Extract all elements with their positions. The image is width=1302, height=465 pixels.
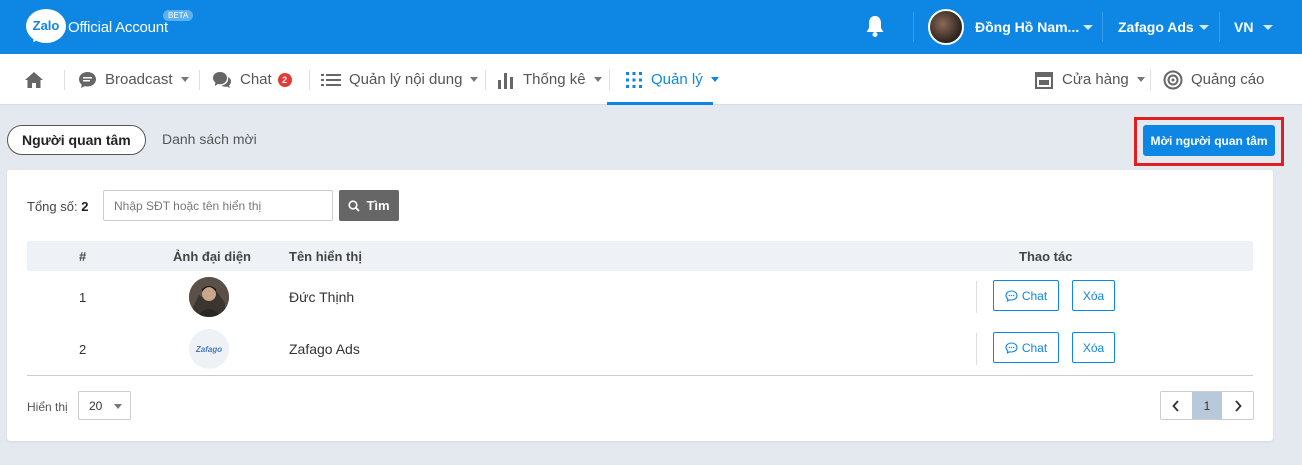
nav-chat[interactable]: Chat 2 <box>212 54 292 105</box>
chat-button-label: Chat <box>1021 288 1048 303</box>
chevron-down-icon <box>180 77 189 82</box>
tab-followers[interactable]: Người quan tâm <box>7 125 146 155</box>
nav-content[interactable]: Quản lý nội dung <box>321 54 479 105</box>
chat-button[interactable]: Chat <box>993 332 1059 363</box>
nav-content-label: Quản lý nội dung <box>349 71 463 88</box>
nav-store[interactable]: Cửa hàng <box>1034 54 1145 105</box>
search-button[interactable]: Tìm <box>339 190 399 221</box>
zalo-logo[interactable]: Zalo Official Account <box>26 9 168 45</box>
search-button-label: Tìm <box>366 198 390 213</box>
chevron-left-icon <box>1172 399 1179 412</box>
chevron-down-icon[interactable] <box>1263 25 1273 30</box>
chat-button-label: Chat <box>1021 340 1048 355</box>
unread-badge: 2 <box>277 72 292 87</box>
table-row: 1 Đức Thịnh Chat Xóa <box>27 271 1253 323</box>
divider <box>913 12 914 42</box>
delete-button[interactable]: Xóa <box>1072 280 1115 311</box>
table-row: 2 Zafago Zafago Ads Chat Xóa <box>27 323 1253 375</box>
store-icon <box>1035 71 1053 89</box>
nav-broadcast[interactable]: Broadcast <box>78 54 189 105</box>
chat-bubble-icon <box>1005 341 1018 354</box>
row-number: 1 <box>79 290 87 305</box>
nav-ads[interactable]: Quảng cáo <box>1163 54 1264 105</box>
top-bar: Zalo Official Account BETA Đồng Hồ Nam..… <box>0 0 1302 54</box>
divider <box>609 70 610 90</box>
search-input[interactable] <box>103 190 333 221</box>
chevron-down-icon <box>470 77 479 82</box>
zalo-logo-icon: Zalo <box>26 9 66 45</box>
prev-page-button[interactable] <box>1161 392 1192 419</box>
invite-followers-button[interactable]: Mời người quan tâm <box>1143 125 1275 156</box>
avatar: Zafago <box>189 329 229 369</box>
account-selector[interactable]: Zafago Ads <box>1118 19 1194 35</box>
user-avatar[interactable] <box>928 9 964 45</box>
divider <box>199 70 200 90</box>
nav-home[interactable] <box>24 54 44 105</box>
pagination: 1 <box>1160 391 1254 420</box>
table-header: # Ảnh đại diện Tên hiển thị Thao tác <box>27 241 1253 271</box>
chevron-down-icon <box>710 77 719 82</box>
total-value: 2 <box>81 199 89 214</box>
divider <box>1102 12 1103 42</box>
bar-chart-icon <box>498 72 513 89</box>
tab-invite-list[interactable]: Danh sách mời <box>162 131 257 147</box>
bell-icon[interactable] <box>864 14 886 38</box>
total-count: Tổng số: 2 <box>27 199 88 214</box>
chevron-down-icon <box>114 404 122 409</box>
list-icon <box>321 73 341 86</box>
display-name: Đức Thịnh <box>289 289 355 305</box>
nav-stats-label: Thống kê <box>523 71 586 88</box>
divider <box>1150 70 1151 90</box>
next-page-button[interactable] <box>1222 392 1253 419</box>
total-label: Tổng số: <box>27 199 78 214</box>
chat-button[interactable]: Chat <box>993 280 1059 311</box>
beta-badge: BETA <box>163 10 194 21</box>
avatar-logo-text: Zafago <box>195 344 223 354</box>
page-button[interactable]: 1 <box>1191 392 1223 419</box>
home-icon <box>25 71 43 88</box>
nav-ads-label: Quảng cáo <box>1191 71 1265 88</box>
user-name[interactable]: Đồng Hồ Nam... <box>975 19 1079 35</box>
divider <box>309 70 310 90</box>
avatar <box>189 277 229 317</box>
column-header: Thao tác <box>1019 249 1073 264</box>
target-icon <box>1163 70 1183 89</box>
search-icon <box>348 199 361 212</box>
nav-broadcast-label: Broadcast <box>105 71 173 88</box>
divider <box>64 70 65 90</box>
main-nav: Broadcast Chat 2 Quản lý nội dung Thống … <box>0 54 1302 105</box>
divider <box>485 70 486 90</box>
broadcast-icon <box>79 71 96 88</box>
chevron-down-icon <box>593 77 602 82</box>
column-header: # <box>79 249 87 264</box>
grid-icon <box>626 71 642 88</box>
language-selector[interactable]: VN <box>1234 19 1253 35</box>
nav-store-label: Cửa hàng <box>1062 71 1129 88</box>
divider <box>976 333 977 365</box>
divider <box>976 281 977 313</box>
delete-button[interactable]: Xóa <box>1072 332 1115 363</box>
column-header: Ảnh đại diện <box>173 249 251 264</box>
page-size-value: 20 <box>89 398 103 413</box>
nav-stats[interactable]: Thống kê <box>497 54 602 105</box>
column-header: Tên hiển thị <box>289 249 362 264</box>
row-number: 2 <box>79 342 87 357</box>
chevron-down-icon <box>1136 77 1145 82</box>
nav-chat-label: Chat <box>240 71 272 88</box>
chevron-down-icon[interactable] <box>1083 25 1093 30</box>
followers-card: Tổng số: 2 Tìm # Ảnh đại diện Tên hiển t… <box>7 170 1273 441</box>
page-size-label: Hiển thị <box>27 400 68 414</box>
chevron-down-icon[interactable] <box>1199 25 1209 30</box>
page-size-select[interactable]: 20 <box>78 391 131 420</box>
brand-name: Official Account <box>68 18 168 36</box>
nav-manage[interactable]: Quản lý <box>625 54 719 105</box>
divider <box>27 375 1253 376</box>
chevron-right-icon <box>1235 399 1242 412</box>
divider <box>1219 12 1220 42</box>
chat-bubble-icon <box>1005 289 1018 302</box>
chat-icon <box>213 71 231 88</box>
active-tab-indicator <box>607 102 713 105</box>
display-name: Zafago Ads <box>289 341 360 357</box>
nav-manage-label: Quản lý <box>651 71 703 88</box>
